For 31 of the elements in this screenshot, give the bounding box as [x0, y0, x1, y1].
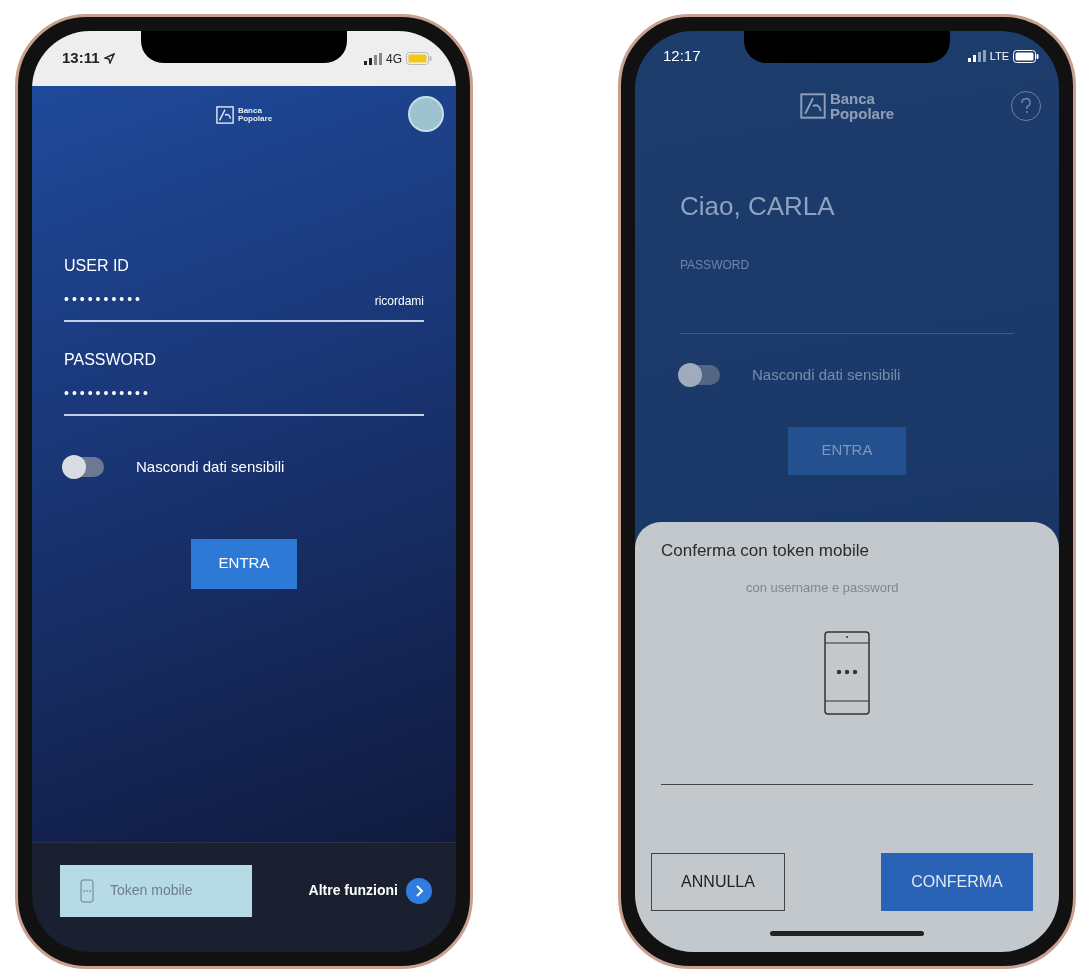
toggle-switch[interactable] — [64, 457, 104, 478]
status-time: 12:17 — [663, 45, 701, 66]
toggle-label: Nascondi dati sensibili — [136, 457, 285, 477]
toggle-label: Nascondi dati sensibili — [752, 365, 901, 385]
bank-logo: Banca Popolare — [215, 106, 273, 124]
bank-logo: Banca Popolare — [799, 91, 895, 121]
remember-link[interactable]: ricordami — [374, 292, 424, 310]
more-functions-link[interactable]: Altre funzioni — [308, 877, 432, 904]
field-label: PASSWORD — [680, 257, 751, 274]
confirm-button[interactable]: CONFERMA — [881, 853, 1033, 911]
toggle-switch[interactable] — [680, 365, 720, 386]
battery-icon — [406, 52, 432, 65]
input-field[interactable]: •••••••••• ricordami — [64, 278, 424, 322]
phone-icon — [80, 878, 94, 903]
sheet-title: Conferma con token mobile — [661, 540, 870, 562]
input-field[interactable]: ••••••••••• — [64, 372, 424, 416]
login-button[interactable]: ENTRA — [191, 538, 297, 589]
field-label: USER ID — [64, 256, 130, 276]
signal-icon — [364, 52, 382, 65]
signal-icon — [967, 50, 986, 62]
phone-code-icon — [824, 631, 870, 715]
location-arrow-icon — [103, 53, 115, 64]
greeting: Ciao, CARLA — [680, 190, 836, 223]
network-label: 4G — [386, 50, 402, 68]
cancel-button[interactable]: ANNULLA — [651, 853, 785, 911]
sheet-subtitle: con username e password — [745, 578, 900, 597]
field-label: PASSWORD — [64, 350, 158, 370]
network-label: LTE — [989, 48, 1009, 64]
battery-icon — [1013, 49, 1039, 63]
chevron-icon — [406, 877, 432, 904]
status-time: 13:11 — [62, 48, 100, 69]
